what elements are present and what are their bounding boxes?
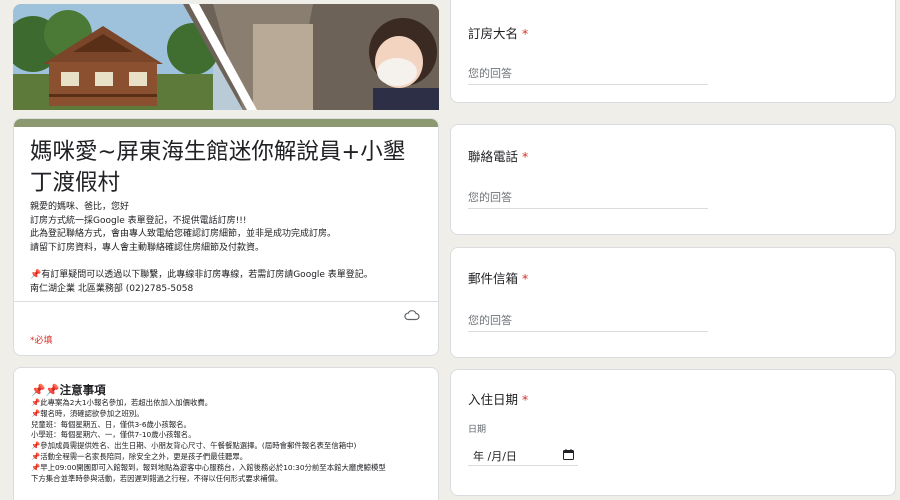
question-label-text: 入住日期 <box>468 392 519 407</box>
notice-line: 📌此專案為2大1小報名參加，若超出依加入加價收費。 <box>31 398 213 407</box>
title-card-accent-bar <box>14 119 438 127</box>
question-label-text: 訂房大名 <box>468 26 519 41</box>
question-label: 訂房大名 * <box>468 23 528 42</box>
description-line <box>30 255 430 269</box>
booking-name-input[interactable] <box>468 63 708 85</box>
email-input[interactable] <box>468 310 708 332</box>
question-card-name: 訂房大名 * <box>450 0 896 103</box>
notice-line: 📌早上09:00開園即可入館報到，報到地點為遊客中心服務台，入館後務必於10:3… <box>31 462 386 472</box>
form-title-card: 媽咪愛~屏東海生館迷你解說員+小墾丁渡假村 親愛的媽咪、爸比，您好 訂房方式統一… <box>13 118 439 356</box>
required-star: * <box>522 271 529 286</box>
question-label-text: 郵件信箱 <box>468 271 519 286</box>
description-line: 📌有訂單疑問可以透過以下聯繫，此專線非訂房專線，若需訂房請Google 表單登記… <box>30 269 373 280</box>
question-label: 聯絡電話 * <box>468 146 528 165</box>
required-star: * <box>522 149 529 164</box>
required-star: * <box>522 26 529 41</box>
notice-title: 📌📌注意事項 <box>31 383 106 397</box>
notice-line: 兒童班：每個星期五、日，僅供3-6歲小孩報名。 <box>31 419 191 429</box>
description-line: 親愛的媽咪、爸比，您好 <box>30 202 130 212</box>
form-description: 親愛的媽咪、爸比，您好 訂房方式統一採Google 表單登記，不提供電話訂房!!… <box>30 201 430 296</box>
notice-line: 📌參加成員需提供姓名、出生日期、小朋友背心尺寸、午餐餐點選擇。(屆時會郵件報名表… <box>31 441 357 451</box>
question-card-phone: 聯絡電話 * <box>450 124 896 235</box>
calendar-icon[interactable] <box>563 449 574 460</box>
cloud-save-icon[interactable] <box>404 309 420 321</box>
question-card-checkin-date: 入住日期 * 日期 年 /月/日 <box>450 369 896 496</box>
question-label-text: 聯絡電話 <box>468 149 519 164</box>
checkin-date-input[interactable]: 年 /月/日 <box>468 444 578 466</box>
question-label: 郵件信箱 * <box>468 268 528 287</box>
description-line: 請留下訂房資料，專人會主動聯絡確認住房細節及付款資。 <box>30 242 265 253</box>
form-title: 媽咪愛~屏東海生館迷你解說員+小墾丁渡假村 <box>30 139 406 196</box>
notice-card: 📌📌注意事項 📌此專案為2大1小報名參加，若超出依加入加價收費。 📌報名時，須確… <box>13 367 439 500</box>
notice-line: 下方集合並準時參與活動，若因遲到錯過之行程，不得以任何形式要求補償。 <box>31 473 283 483</box>
question-card-email: 郵件信箱 * <box>450 247 896 358</box>
date-sublabel: 日期 <box>468 425 487 435</box>
description-line: 南仁湖企業 北區業務部 (02)2785-5058 <box>30 283 194 294</box>
notice-line: 小學班：每個星期六、一，僅供7-10歲小孩報名。 <box>31 430 196 440</box>
notice-line: 📌報名時，須確認欲參加之班別。 <box>31 408 144 418</box>
banner-photo <box>13 4 439 110</box>
question-label: 入住日期 * <box>468 389 528 408</box>
description-line: 訂房方式統一採Google 表單登記，不提供電話訂房!!! <box>30 215 247 226</box>
form-right-column: 訂房大名* 聯絡電話* 郵件信箱* 入住日期* 日期 年 /月/日 <box>450 0 900 500</box>
title-card-divider <box>14 301 438 302</box>
required-star: * <box>522 392 529 407</box>
notice-list: 📌此專案為2大1小報名參加，若超出依加入加價收費。 📌報名時，須確認欲參加之班別… <box>31 398 431 484</box>
phone-input[interactable] <box>468 187 708 209</box>
date-value: 年 /月/日 <box>473 450 517 463</box>
description-line: 此為登記聯絡方式，會由專人致電給您確認訂房細節，並非是成功完成訂房。 <box>30 229 337 240</box>
form-left-column: 媽咪愛~屏東海生館迷你解說員+小墾丁渡假村 親愛的媽咪、爸比，您好 訂房方式統一… <box>0 0 450 500</box>
required-note: *必填 <box>30 336 53 346</box>
notice-line: 📌活動全程需一名家長陪同，除安全之外，更是孩子們最佳聽眾。 <box>31 451 248 461</box>
header-banner-image <box>13 4 439 110</box>
